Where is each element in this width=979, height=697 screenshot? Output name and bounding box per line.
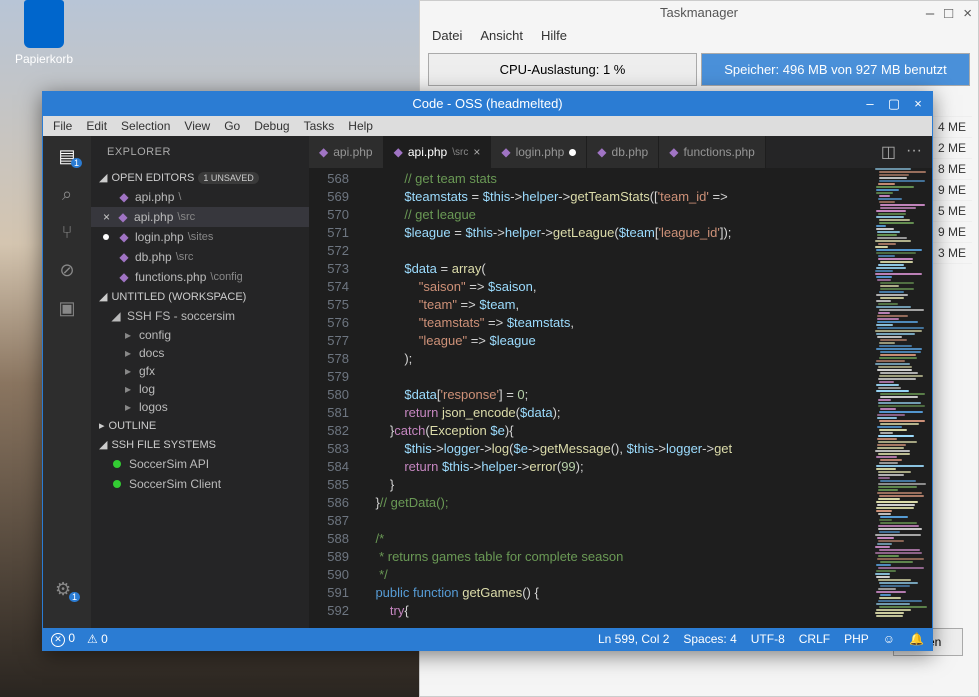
status-warnings[interactable]: ⚠ 0 [87, 632, 108, 646]
bell-icon[interactable]: 🔔 [909, 632, 924, 646]
editor-tab[interactable]: ◆functions.php [659, 136, 766, 168]
open-editor-item[interactable]: ×◆api.php \src [91, 207, 309, 227]
menu-help[interactable]: Help [348, 119, 373, 133]
code-content[interactable]: // get team stats $teamstats = $this->he… [361, 168, 872, 628]
workspace-root[interactable]: ◢SSH FS - soccersim [91, 306, 309, 326]
status-language[interactable]: PHP [844, 632, 869, 646]
open-editor-item[interactable]: ◆api.php \ [91, 187, 309, 207]
activity-bar: ▤1 ⌕ ⑂ ⊘ ▣ ⚙1 [43, 136, 91, 628]
status-spaces[interactable]: Spaces: 4 [683, 632, 736, 646]
folder-item[interactable]: ▸config [91, 326, 309, 344]
editor-area: ◆api.php ◆api.php\src ×◆login.php ◆db.ph… [309, 136, 932, 628]
taskmanager-title: Taskmanager [420, 1, 978, 24]
tm-menu-help[interactable]: Hilfe [541, 28, 567, 43]
folder-item[interactable]: ▸gfx [91, 362, 309, 380]
more-icon[interactable]: ··· [906, 142, 922, 162]
feedback-icon[interactable]: ☺ [883, 632, 895, 646]
extensions-icon[interactable]: ▣ [55, 296, 79, 320]
editor-tab[interactable]: ◆login.php [491, 136, 587, 168]
tm-menu-view[interactable]: Ansicht [480, 28, 523, 43]
explorer-icon[interactable]: ▤1 [55, 144, 79, 168]
status-position[interactable]: Ln 599, Col 2 [598, 632, 669, 646]
workspace-folders: ▸config▸docs▸gfx▸log▸logos [91, 326, 309, 416]
vscode-titlebar[interactable]: Code - OSS (headmelted) – ▢ × [43, 92, 932, 116]
minimap[interactable] [872, 168, 932, 628]
editor-tab[interactable]: ◆api.php\src × [384, 136, 492, 168]
ssh-fs-item[interactable]: SoccerSim Client [91, 474, 309, 494]
open-editor-item[interactable]: ◆functions.php \config [91, 267, 309, 287]
folder-item[interactable]: ▸logos [91, 398, 309, 416]
taskmanager-tabs: CPU-Auslastung: 1 % Speicher: 496 MB von… [420, 47, 978, 92]
ssh-fs-section[interactable]: ◢SSH FILE SYSTEMS [91, 435, 309, 454]
trash-icon [24, 0, 64, 48]
menu-tasks[interactable]: Tasks [304, 119, 335, 133]
editor-tab[interactable]: ◆db.php [587, 136, 659, 168]
explorer-header: EXPLORER [91, 136, 309, 168]
vscode-title: Code - OSS (headmelted) [412, 96, 562, 111]
status-eol[interactable]: CRLF [799, 632, 830, 646]
status-errors[interactable]: ✕ 0 [51, 631, 75, 647]
settings-gear-icon[interactable]: ⚙1 [55, 579, 71, 600]
trash-label: Papierkorb [15, 52, 73, 66]
taskmanager-window-controls: – □ × [926, 5, 972, 22]
folder-item[interactable]: ▸log [91, 380, 309, 398]
vscode-window: Code - OSS (headmelted) – ▢ × File Edit Se… [42, 91, 933, 651]
maximize-icon[interactable]: □ [944, 5, 953, 22]
split-editor-icon[interactable]: ◫ [881, 142, 896, 162]
close-icon[interactable]: × [910, 92, 926, 116]
vscode-menubar: File Edit Selection View Go Debug Tasks Help [43, 116, 932, 136]
taskmanager-menubar: Datei Ansicht Hilfe [420, 24, 978, 47]
tm-tab-cpu[interactable]: CPU-Auslastung: 1 % [428, 53, 697, 86]
ssh-fs-list: SoccerSim APISoccerSim Client [91, 454, 309, 494]
close-icon[interactable]: × [963, 5, 972, 22]
open-editor-item[interactable]: ◆login.php \sites [91, 227, 309, 247]
minimize-icon[interactable]: – [926, 5, 934, 22]
menu-go[interactable]: Go [224, 119, 240, 133]
debug-icon[interactable]: ⊘ [55, 258, 79, 282]
source-control-icon[interactable]: ⑂ [55, 220, 79, 244]
menu-selection[interactable]: Selection [121, 119, 170, 133]
outline-section[interactable]: ▸OUTLINE [91, 416, 309, 435]
search-icon[interactable]: ⌕ [55, 182, 79, 206]
line-gutter: 5685695705715725735745755765775785795805… [309, 168, 361, 628]
open-editors-list: ◆api.php \×◆api.php \src◆login.php \site… [91, 187, 309, 287]
tm-menu-file[interactable]: Datei [432, 28, 462, 43]
menu-view[interactable]: View [184, 119, 210, 133]
minimize-icon[interactable]: – [862, 92, 878, 116]
code-editor[interactable]: 5685695705715725735745755765775785795805… [309, 168, 932, 628]
menu-file[interactable]: File [53, 119, 72, 133]
desktop-icon-trash[interactable]: Papierkorb [15, 0, 73, 66]
folder-item[interactable]: ▸docs [91, 344, 309, 362]
menu-edit[interactable]: Edit [86, 119, 107, 133]
editor-tab[interactable]: ◆api.php [309, 136, 384, 168]
menu-debug[interactable]: Debug [254, 119, 289, 133]
open-editors-section[interactable]: ◢OPEN EDITORS 1 UNSAVED [91, 168, 309, 187]
ssh-fs-item[interactable]: SoccerSim API [91, 454, 309, 474]
open-editor-item[interactable]: ◆db.php \src [91, 247, 309, 267]
tm-tab-memory[interactable]: Speicher: 496 MB von 927 MB benutzt [701, 53, 970, 86]
editor-tabs: ◆api.php ◆api.php\src ×◆login.php ◆db.ph… [309, 136, 932, 168]
maximize-icon[interactable]: ▢ [886, 92, 902, 116]
workspace-section[interactable]: ◢UNTITLED (WORKSPACE) [91, 287, 309, 306]
status-encoding[interactable]: UTF-8 [751, 632, 785, 646]
explorer-sidebar: EXPLORER ◢OPEN EDITORS 1 UNSAVED ◆api.ph… [91, 136, 309, 628]
statusbar: ✕ 0 ⚠ 0 Ln 599, Col 2 Spaces: 4 UTF-8 CR… [43, 628, 932, 650]
